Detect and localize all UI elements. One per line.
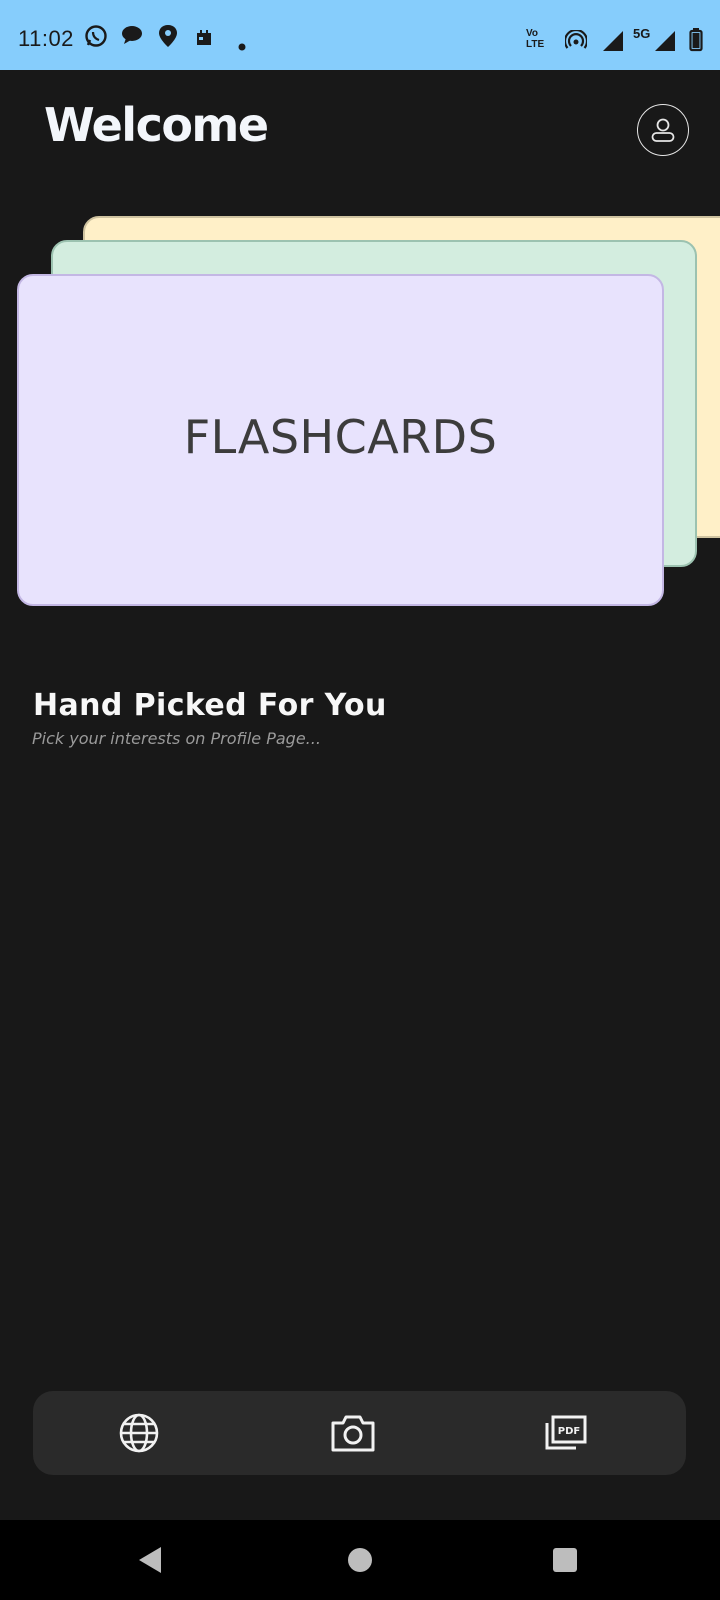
user-icon: [651, 118, 675, 142]
bottom-nav: PDF: [33, 1391, 686, 1475]
calendar-icon: [196, 30, 212, 50]
globe-button[interactable]: [79, 1391, 199, 1475]
5g-label: 5G: [633, 26, 651, 41]
pdf-icon: PDF: [545, 1415, 587, 1450]
recents-icon: [553, 1548, 577, 1572]
main-content: Welcome FLASHCARDS Hand Picked For You P…: [0, 70, 720, 1520]
camera-icon: [331, 1415, 375, 1452]
pdf-badge: PDF: [558, 1426, 580, 1437]
chat-bubble-icon: [121, 24, 143, 50]
dot-icon: [238, 36, 246, 55]
status-time: 11:02: [18, 26, 74, 51]
back-icon: [139, 1547, 161, 1573]
location-icon: [158, 24, 178, 52]
section-title: Hand Picked For You: [33, 688, 387, 723]
hotspot-icon: [563, 28, 589, 54]
5g-signal-icon: [654, 30, 676, 56]
section-subtitle: Pick your interests on Profile Page...: [32, 729, 321, 748]
status-bar: 11:02 Vo LTE 5G: [0, 0, 720, 70]
home-icon: [348, 1548, 372, 1572]
back-button[interactable]: [120, 1540, 180, 1580]
volte-label-top: Vo: [526, 28, 539, 39]
globe-icon: [119, 1413, 159, 1453]
home-button[interactable]: [330, 1540, 390, 1580]
signal-icon: [602, 30, 624, 56]
page-title: Welcome: [44, 98, 269, 152]
recents-button[interactable]: [535, 1540, 595, 1580]
camera-button[interactable]: [293, 1391, 413, 1475]
flashcards-card-title: FLASHCARDS: [183, 410, 498, 464]
flashcards-card[interactable]: FLASHCARDS: [17, 274, 664, 606]
volte-icon: Vo LTE: [526, 28, 544, 50]
pdf-button[interactable]: PDF: [506, 1391, 626, 1475]
whatsapp-icon: [84, 24, 108, 52]
battery-icon: [689, 28, 703, 56]
volte-label-bottom: LTE: [526, 39, 545, 50]
profile-button[interactable]: [637, 104, 689, 156]
system-nav-bar: [0, 1520, 720, 1600]
